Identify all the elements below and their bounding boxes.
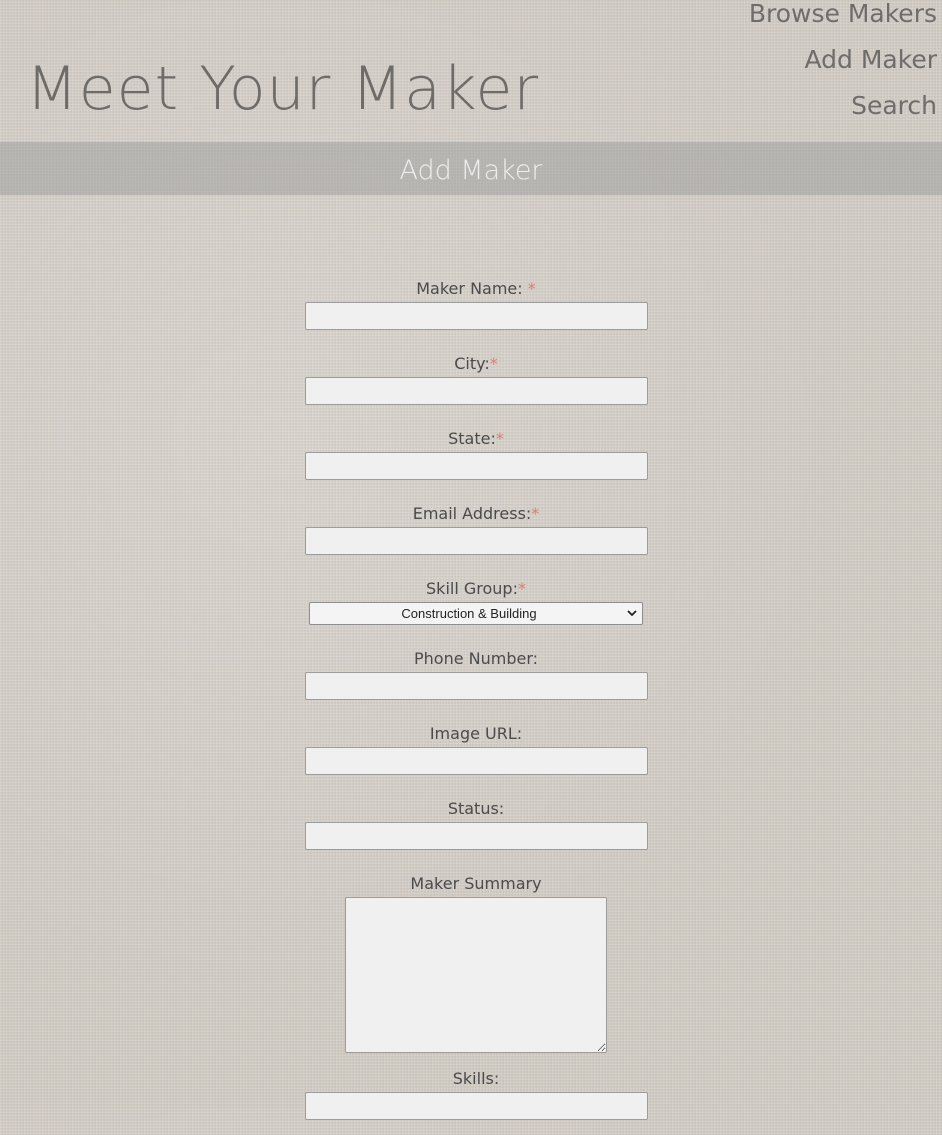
page-title: Add Maker <box>399 155 543 186</box>
main-nav: Browse Makers Add Maker Search <box>749 0 937 129</box>
state-label: State:* <box>448 429 504 448</box>
add-maker-form: Maker Name: * City:* State:* Email Addre… <box>0 270 942 1135</box>
status-input[interactable] <box>304 822 648 850</box>
state-field: State:* <box>0 420 942 495</box>
required-marker: * <box>489 354 498 373</box>
maker-summary-field: Maker Summary <box>0 865 942 1060</box>
status-field: Status: <box>0 790 942 865</box>
maker-summary-textarea[interactable] <box>345 897 607 1053</box>
maker-name-field: Maker Name: * <box>0 270 942 345</box>
phone-input[interactable] <box>304 672 648 700</box>
city-field: City:* <box>0 345 942 420</box>
skill-group-label: Skill Group:* <box>426 579 526 598</box>
city-label: City:* <box>454 354 498 373</box>
email-input[interactable] <box>304 527 648 555</box>
skills-label: Skills: <box>452 1069 500 1088</box>
skill-group-selected-value: Construction & Building <box>401 606 537 621</box>
image-url-label: Image URL: <box>429 724 523 743</box>
phone-label: Phone Number: <box>413 649 539 668</box>
required-marker: * <box>517 579 526 598</box>
required-marker: * <box>527 279 536 298</box>
maker-name-label: Maker Name: * <box>416 279 536 298</box>
status-label: Status: <box>447 799 505 818</box>
skills-input[interactable] <box>304 1092 648 1120</box>
email-label: Email Address:* <box>412 504 540 523</box>
email-field: Email Address:* <box>0 495 942 570</box>
nav-browse-makers[interactable]: Browse Makers <box>749 0 937 37</box>
nav-search[interactable]: Search <box>749 83 937 129</box>
state-input[interactable] <box>304 452 648 480</box>
required-marker: * <box>495 429 504 448</box>
page-banner: Add Maker <box>0 142 942 195</box>
nav-add-maker[interactable]: Add Maker <box>749 37 937 83</box>
chevron-down-icon <box>627 610 637 617</box>
image-url-input[interactable] <box>304 747 648 775</box>
site-title: Meet Your Maker <box>26 54 540 124</box>
maker-summary-label: Maker Summary <box>410 874 542 893</box>
skills-field: Skills: <box>0 1060 942 1135</box>
skill-group-select[interactable]: Construction & Building <box>309 602 643 625</box>
skill-group-field: Skill Group:* Construction & Building <box>0 570 942 640</box>
image-url-field: Image URL: <box>0 715 942 790</box>
phone-field: Phone Number: <box>0 640 942 715</box>
maker-name-input[interactable] <box>304 302 648 330</box>
required-marker: * <box>531 504 540 523</box>
city-input[interactable] <box>304 377 648 405</box>
